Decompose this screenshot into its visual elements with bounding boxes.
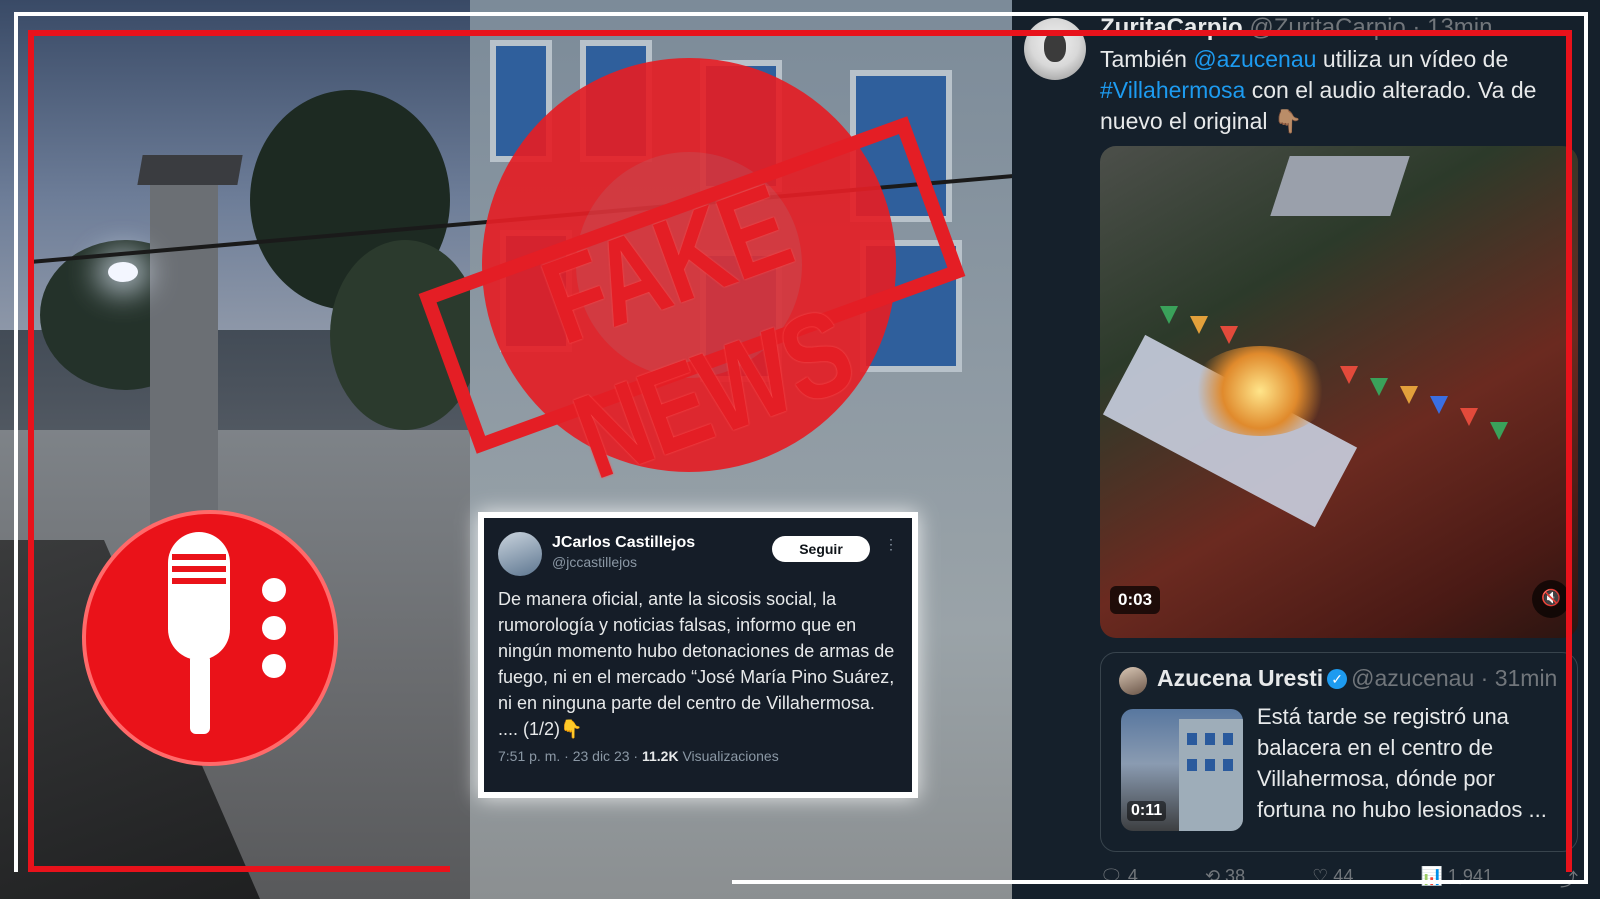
white-frame-bottom (732, 880, 1588, 884)
white-frame-right (1584, 12, 1588, 884)
white-frame-top (14, 12, 1586, 16)
red-frame-bottom (28, 866, 450, 872)
white-frame-left (14, 12, 18, 872)
red-frame (28, 30, 1572, 872)
